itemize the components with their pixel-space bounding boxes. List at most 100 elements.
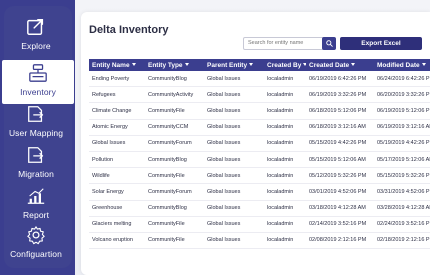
table-cell: localadmin [264,216,306,233]
column-header[interactable]: Parent Entity [204,59,264,71]
sort-caret-icon[interactable] [421,63,426,67]
table-cell: Global Issues [204,119,264,136]
table-cell: 06/19/2019 3:32:26 PM [306,86,374,104]
table-cell: 06/18/2019 5:12:06 PM [306,102,374,120]
table-cell: Global Issues [204,71,264,88]
table-row[interactable]: Volcano eruption CommunityFile Global Issu… [89,232,430,250]
table-cell: 02/18/2019 2:12:16 PM [374,232,430,250]
sidebar-item-migration[interactable]: Migration [0,142,72,186]
sidebar-item-inventory[interactable]: Inventory [2,60,74,104]
table-cell: Pollution [89,151,145,169]
table-cell: localadmin [264,200,306,217]
table-row[interactable]: Solar Energy CommunityForum Global Issues l… [89,183,430,201]
table-cell: 05/15/2019 4:42:26 PM [306,135,374,152]
gear-icon [27,226,45,245]
sort-caret-icon[interactable] [131,63,136,67]
table-cell: CommunityActivity [145,86,204,104]
table-cell: localadmin [264,135,306,152]
table-cell: 03/28/2019 4:12:28 AM [374,200,430,217]
table-cell: Ending Poverty [89,71,145,88]
table-cell: localadmin [264,167,306,185]
app-window: Explore Inventory User Mapping Migration [0,0,430,275]
column-header[interactable]: Modified Date [374,59,430,71]
table-cell: 05/19/2019 4:42:26 PM [374,135,430,152]
column-header-label: Entity Name [92,61,130,69]
export-excel-button[interactable]: Export Excel [340,37,422,50]
table-cell: localadmin [264,151,306,169]
table-cell: Solar Energy [89,183,145,201]
table-cell: Glaciers melting [89,216,145,233]
column-header[interactable]: Entity Type [145,59,204,71]
table-cell: localadmin [264,183,306,201]
column-header-label: Modified Date [377,61,420,69]
table-cell: Greenhouse [89,200,145,217]
search-icon [325,40,333,47]
table-cell: 06/19/2019 5:12:06 PM [374,102,430,120]
sidebar-item-configuration[interactable]: Configuartion [0,222,72,266]
sidebar-item-label: User Mapping [8,128,64,138]
table-cell: 03/18/2019 4:12:28 AM [306,200,374,217]
table-cell: Global Issues [204,102,264,120]
table-cell: localadmin [264,119,306,136]
table-cell: CommunityCCM [145,119,204,136]
table-cell: 06/18/2019 3:12:16 AM [306,119,374,136]
table-row[interactable]: Global Issues CommunityForum Global Issues… [89,135,430,152]
table-cell: Global Issues [204,232,264,250]
table-cell: Global Issues [89,135,145,152]
sort-caret-icon[interactable] [303,63,306,67]
sidebar-item-label: Migration [18,169,54,179]
table-cell: localadmin [264,232,306,250]
sidebar-item-report[interactable]: Report [0,183,72,227]
search-button[interactable] [322,37,336,50]
column-header-label: Created By [267,61,302,69]
table-row[interactable]: Greenhouse CommunityBlog Global Issues loca… [89,200,430,217]
user-mapping-icon [28,106,44,122]
table-body: Ending Poverty CommunityBlog Global Issues… [89,71,430,250]
table-cell: CommunityForum [145,135,204,152]
sidebar-item-explore[interactable]: Explore [0,14,72,58]
column-header[interactable]: Entity Name [89,59,145,71]
sort-caret-icon[interactable] [184,63,189,67]
table-cell: 06/20/2019 3:32:26 PM [374,86,430,104]
report-icon [27,188,45,204]
table-cell: 03/01/2019 4:52:06 PM [306,183,374,201]
table-row[interactable]: Glaciers melting CommunityFile Global Issu… [89,216,430,233]
table-cell: Volcano eruption [89,232,145,250]
table-cell: CommunityBlog [145,200,204,217]
table-row[interactable]: Atomic Energy CommunityCCM Global Issues lo… [89,119,430,136]
inventory-table: Entity Name Entity Type Parent Entity Creat… [89,59,430,250]
table-cell: localadmin [264,71,306,88]
sidebar-item-user-mapping[interactable]: User Mapping [0,101,72,145]
migration-icon [28,147,44,163]
table-cell: Global Issues [204,183,264,201]
table-cell: Global Issues [204,151,264,169]
explore-icon [27,19,44,35]
table-cell: Global Issues [204,135,264,152]
table-row[interactable]: Wildlife CommunityFile Global Issues locala… [89,167,430,185]
table-cell: CommunityFile [145,167,204,185]
sort-caret-icon[interactable] [351,63,356,67]
sort-caret-icon[interactable] [249,63,254,67]
sidebar: Explore Inventory User Mapping Migration [0,0,75,275]
table-row[interactable]: Climate Change CommunityFile Global Issues… [89,102,430,120]
table-header-row: Entity Name Entity Type Parent Entity Creat… [89,59,430,71]
column-header[interactable]: Created Date [306,59,374,71]
table-row[interactable]: Ending Poverty CommunityBlog Global Issues… [89,71,430,88]
column-header-label: Created Date [309,61,350,69]
table-row[interactable]: Refugees CommunityActivity Global Issues lo… [89,86,430,104]
table-cell: Climate Change [89,102,145,120]
column-header[interactable]: Created By [264,59,306,71]
table-cell: 02/14/2019 3:52:16 PM [306,216,374,233]
table-cell: 02/08/2019 2:12:16 PM [306,232,374,250]
sidebar-item-label: Report [22,210,50,220]
table-row[interactable]: Pollution CommunityBlog Global Issues local… [89,151,430,169]
table-cell: 05/15/2019 5:32:26 PM [374,167,430,185]
table-cell: Global Issues [204,167,264,185]
table-cell: 05/15/2019 5:12:06 AM [306,151,374,169]
search-input[interactable] [243,37,327,50]
table-cell: 02/24/2019 3:52:16 PM [374,216,430,233]
table-cell: Wildlife [89,167,145,185]
sidebar-item-label: Configuartion [10,249,62,259]
table-cell: 06/19/2019 3:12:16 AM [374,119,430,136]
inventory-table-container: Entity Name Entity Type Parent Entity Creat… [89,59,430,271]
